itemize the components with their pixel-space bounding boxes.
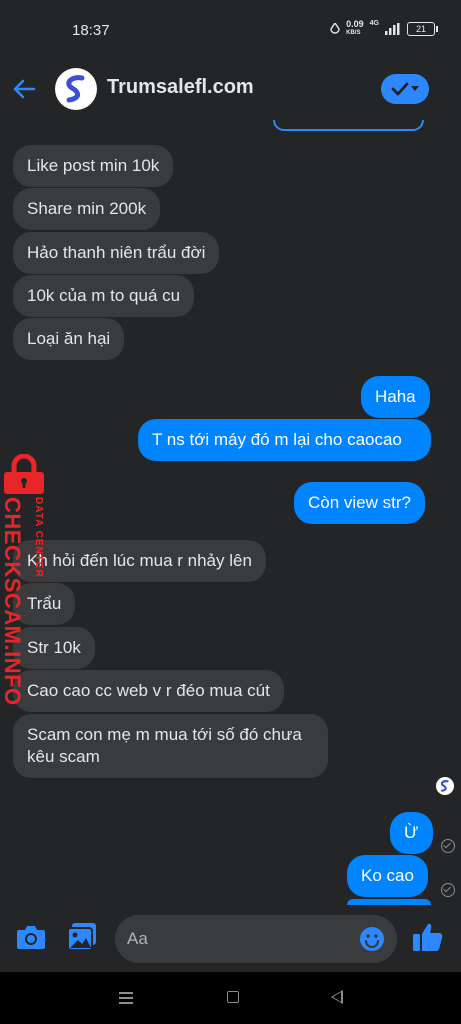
lock-icon [4, 454, 44, 494]
camera-icon[interactable] [16, 924, 46, 950]
battery-icon: 21 [407, 22, 438, 36]
chat-header: Trumsalefl.com [0, 60, 461, 120]
watermark-text: CHECKSCAM.INFO [0, 497, 25, 706]
message-bubble-incoming[interactable]: Kh hỏi đến lúc mua r nhảy lên [13, 540, 266, 582]
watermark-subtext: DATA CENTER [33, 497, 44, 578]
read-receipt-icon [441, 883, 455, 897]
status-bar: 18:37 0.09 KB/S 4G 21 [0, 0, 461, 60]
message-bubble-incoming[interactable]: Share min 200k [13, 188, 161, 230]
network-speed-value: 0.09 [346, 19, 364, 29]
network-type: 4G [369, 20, 379, 27]
data-saver-icon [330, 23, 340, 34]
partial-message-bubble [347, 899, 431, 905]
status-time: 18:37 [72, 22, 110, 39]
thumbs-up-icon[interactable] [412, 921, 444, 953]
read-receipt-icon [441, 839, 455, 853]
chevron-down-icon [411, 86, 419, 91]
battery-level: 21 [415, 24, 426, 34]
emoji-icon[interactable] [359, 926, 385, 952]
message-bubble-incoming[interactable]: Like post min 10k [13, 145, 174, 187]
partial-message-bubble [273, 120, 424, 131]
status-icons: 0.09 KB/S 4G 21 [330, 20, 438, 38]
message-composer: Aa [0, 910, 461, 970]
network-speed-unit: KB/S [346, 30, 361, 36]
message-bubble-incoming[interactable]: Hảo thanh niên trẩu đời [13, 232, 220, 274]
seen-avatar [436, 777, 454, 795]
message-bubble-outgoing[interactable]: Còn view str? [294, 482, 425, 524]
message-bubble-outgoing[interactable]: Haha [361, 376, 430, 418]
status-dropdown-button[interactable] [381, 74, 429, 104]
message-bubble-outgoing[interactable]: T ns tới máy đó m lại cho caocao [138, 419, 431, 461]
message-input[interactable]: Aa [115, 915, 397, 963]
recent-apps-icon[interactable] [119, 992, 133, 1004]
checkmark-icon [391, 82, 409, 96]
back-icon[interactable] [331, 990, 343, 1004]
back-arrow-icon[interactable] [12, 76, 38, 102]
signal-icon [385, 23, 400, 35]
message-bubble-incoming[interactable]: 10k của m to quá cu [13, 275, 195, 317]
message-bubble-outgoing[interactable]: Ừ [390, 812, 433, 854]
system-nav-bar [0, 972, 461, 1024]
gallery-icon[interactable] [67, 922, 97, 952]
contact-avatar[interactable] [55, 68, 97, 110]
network-speed: 0.09 KB/S [346, 20, 364, 38]
brand-logo-icon [57, 70, 95, 108]
message-bubble-incoming[interactable]: Cao cao cc web v r đéo mua cút [13, 670, 284, 712]
message-bubble-outgoing[interactable]: Ko cao [347, 855, 428, 897]
home-icon[interactable] [227, 991, 239, 1003]
message-input-placeholder: Aa [127, 929, 148, 948]
brand-logo-icon [436, 777, 454, 795]
message-bubble-incoming[interactable]: Scam con mẹ m mua tới số đó chưa kêu sca… [13, 714, 328, 778]
chat-title[interactable]: Trumsalefl.com [107, 76, 254, 99]
message-bubble-incoming[interactable]: Loại ăn hại [13, 318, 125, 360]
